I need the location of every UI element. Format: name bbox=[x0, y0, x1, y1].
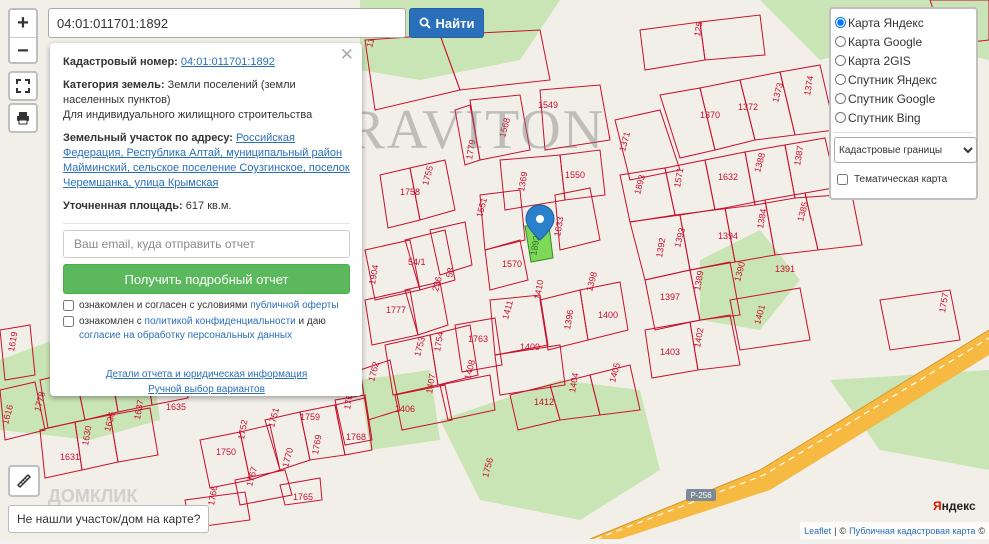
zoom-control: + − bbox=[8, 8, 38, 64]
category-row: Категория земель: Земли поселений (земли… bbox=[63, 79, 313, 121]
parcel-label: 1570 bbox=[502, 259, 522, 269]
parcel-label: 1763 bbox=[468, 334, 488, 344]
layer-radio[interactable] bbox=[835, 112, 846, 123]
parcel-label: 1759 bbox=[300, 412, 320, 422]
get-report-button[interactable]: Получить подробный отчет bbox=[63, 264, 350, 294]
parcel-label: 1777 bbox=[386, 305, 406, 315]
parcel-label: 54/1 bbox=[408, 257, 426, 267]
parcel-label: 1403 bbox=[660, 347, 680, 357]
ruler-icon bbox=[16, 473, 32, 489]
divider bbox=[834, 132, 973, 133]
printer-icon bbox=[17, 112, 29, 125]
cadastral-number-link[interactable]: 04:01:011701:1892 bbox=[181, 56, 275, 68]
layer-radio[interactable] bbox=[835, 36, 846, 47]
print-button[interactable] bbox=[8, 103, 38, 133]
address-row: Земельный участок по адресу: Российская … bbox=[63, 132, 350, 189]
yandex-logo: Яндекс bbox=[933, 499, 976, 513]
layer-option-2gis-map[interactable]: Карта 2GIS bbox=[834, 51, 973, 70]
privacy-checkbox[interactable] bbox=[63, 316, 74, 327]
pkk-link[interactable]: Публичная кадастровая карта bbox=[849, 526, 975, 536]
cadastral-search-input[interactable] bbox=[48, 8, 406, 38]
layer-option-yandex-map[interactable]: Карта Яндекс bbox=[834, 13, 973, 32]
parcel-label: 1768 bbox=[346, 432, 366, 442]
offer-link[interactable]: публичной оферты bbox=[250, 300, 338, 311]
privacy-consent: ознакомлен с политикой конфиденциальност… bbox=[63, 315, 350, 343]
offer-consent: ознакомлен и согласен с условиями публич… bbox=[63, 299, 350, 313]
popup-footer-links: Детали отчета и юридическая информация Р… bbox=[63, 367, 350, 397]
fullscreen-button[interactable] bbox=[8, 71, 38, 101]
ruler-button[interactable] bbox=[8, 465, 40, 497]
parcel-label: 1397 bbox=[660, 292, 680, 302]
usage-text: Для индивидуального жилищного строительс… bbox=[63, 109, 313, 121]
email-field[interactable] bbox=[63, 230, 350, 258]
leaflet-link[interactable]: Leaflet bbox=[804, 526, 831, 536]
privacy-link[interactable]: политикой конфиденциальности bbox=[145, 316, 296, 327]
divider bbox=[63, 223, 350, 224]
thematic-map-toggle[interactable]: Тематическая карта bbox=[834, 170, 973, 189]
parcel-label: 1550 bbox=[565, 170, 585, 180]
layer-radio[interactable] bbox=[835, 55, 846, 66]
parcel-label: 1391 bbox=[775, 264, 795, 274]
layer-switcher: Карта Яндекс Карта Google Карта 2GIS Спу… bbox=[829, 7, 978, 200]
zoom-out-button[interactable]: − bbox=[10, 38, 36, 65]
parcel-label: 1406 bbox=[395, 404, 415, 414]
personal-data-link[interactable]: согласие на обработку персональных данны… bbox=[79, 330, 292, 341]
parcel-info-popup: ✕ Кадастровый номер: 04:01:011701:1892 К… bbox=[50, 43, 362, 396]
cadastral-number-row: Кадастровый номер: 04:01:011701:1892 bbox=[63, 56, 275, 68]
map-attribution: Leaflet | © Публичная кадастровая карта … bbox=[800, 522, 989, 539]
parcel-label: 1372 bbox=[738, 102, 758, 112]
close-icon[interactable]: ✕ bbox=[340, 46, 354, 63]
thematic-checkbox[interactable] bbox=[837, 174, 848, 185]
layer-radio[interactable] bbox=[835, 74, 846, 85]
svg-text:Р-256: Р-256 bbox=[690, 491, 712, 500]
layer-radio[interactable] bbox=[835, 93, 846, 104]
parcel-label: 1758 bbox=[400, 187, 420, 197]
layer-option-google-map[interactable]: Карта Google bbox=[834, 32, 973, 51]
search-button[interactable]: Найти bbox=[409, 8, 484, 38]
domclick-watermark: ДОМКЛИК bbox=[48, 486, 138, 506]
parcel-label: 1765 bbox=[293, 492, 313, 502]
search-button-label: Найти bbox=[435, 15, 475, 31]
layer-option-yandex-satellite[interactable]: Спутник Яндекс bbox=[834, 70, 973, 89]
layer-radio[interactable] bbox=[835, 17, 846, 28]
parcel-label: 1370 bbox=[700, 110, 720, 120]
parcel-label: 1394 bbox=[718, 231, 738, 241]
layer-option-bing-satellite[interactable]: Спутник Bing bbox=[834, 108, 973, 127]
parcel-label: 1750 bbox=[216, 447, 236, 457]
parcel-label: 1635 bbox=[166, 402, 186, 412]
parcel-label: 1400 bbox=[598, 310, 618, 320]
parcel-label: 58 bbox=[444, 267, 456, 279]
not-found-button[interactable]: Не нашли участок/дом на карте? bbox=[8, 505, 210, 533]
parcel-label: 1409 bbox=[520, 342, 540, 352]
report-details-link[interactable]: Детали отчета и юридическая информация bbox=[106, 369, 308, 380]
area-row: Уточненная площадь: 617 кв.м. bbox=[63, 200, 232, 212]
offer-checkbox[interactable] bbox=[63, 300, 74, 311]
manual-selection-link[interactable]: Ручной выбор вариантов bbox=[148, 384, 265, 395]
search-icon bbox=[419, 17, 431, 29]
parcel-label: 1412 bbox=[534, 397, 554, 407]
parcel-label: 1632 bbox=[718, 172, 738, 182]
expand-icon bbox=[16, 79, 30, 93]
overlay-select[interactable]: Кадастровые границы bbox=[834, 137, 977, 163]
parcel-label: 1631 bbox=[60, 452, 80, 462]
layer-option-google-satellite[interactable]: Спутник Google bbox=[834, 89, 973, 108]
zoom-in-button[interactable]: + bbox=[10, 10, 36, 38]
